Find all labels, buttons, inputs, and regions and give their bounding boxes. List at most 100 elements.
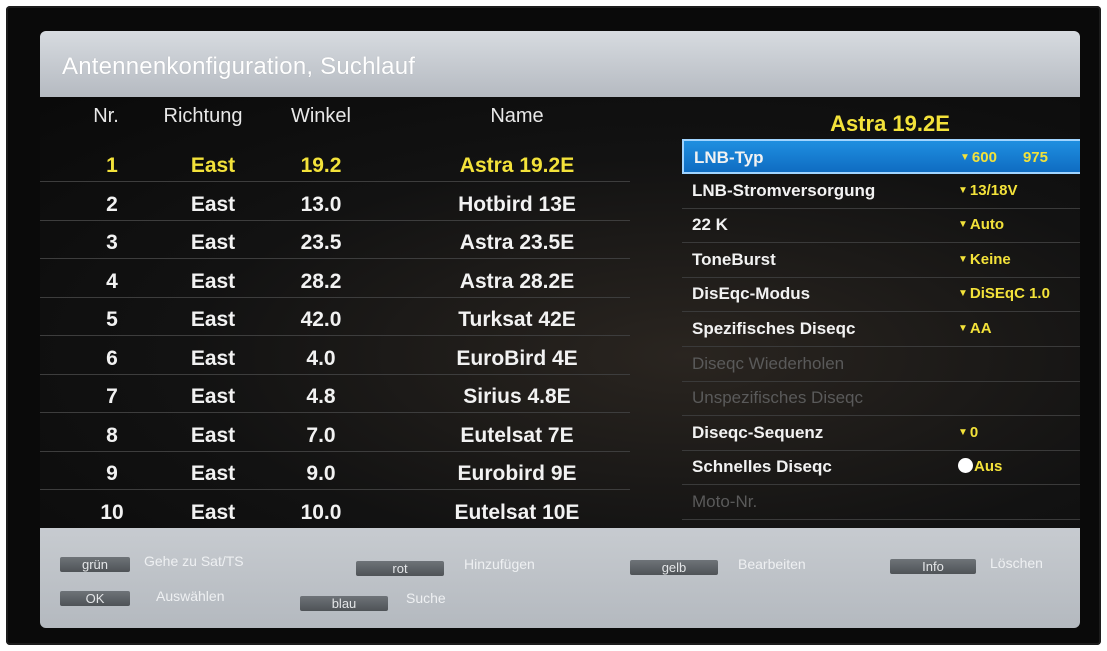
satellite-angle: 19.2 <box>300 154 342 177</box>
setting-value-text: AA <box>969 320 992 337</box>
satellite-row[interactable]: 5 East 42.0 Turksat 42E <box>40 299 630 336</box>
satellite-nr: 8 <box>106 423 118 447</box>
satellite-name: Astra 28.2E <box>459 269 575 293</box>
satellite-angle: 7.0 <box>306 423 336 447</box>
ok-hint: Auswählen <box>156 588 225 604</box>
satellite-name: Sirius 4.8E <box>463 385 571 408</box>
setting-label: LNB-Stromversorgung <box>692 180 876 200</box>
satellite-row[interactable]: 10 East 10.0 Eutelsat 10E <box>40 492 630 529</box>
setting-value-text: Auto <box>969 216 1005 234</box>
satellite-nr: 1 <box>106 154 118 177</box>
setting-moto-nr: Moto-Nr. <box>682 485 1080 520</box>
satellite-name: Eutelsat 10E <box>454 500 580 524</box>
yellow-button[interactable]: gelb <box>630 560 718 575</box>
satellite-angle: 4.0 <box>306 346 336 370</box>
satellite-row[interactable]: 9 East 9.0 Eurobird 9E <box>40 453 630 490</box>
setting-value-secondary: 975 <box>1022 149 1048 166</box>
setting-value[interactable]: ▼ Auto <box>958 216 1004 233</box>
setting-label: Unspezifisches Diseqc <box>692 388 864 408</box>
setting-value-text: 0 <box>969 423 979 441</box>
title-bar: Antennenkonfiguration, Suchlauf <box>40 31 1080 97</box>
dropdown-arrow-icon: ▼ <box>958 323 968 334</box>
blue-button[interactable]: blau <box>300 596 388 611</box>
satellite-row-selected[interactable]: 1 East 19.2 Astra 19.2E <box>40 145 630 182</box>
setting-label: Moto-Nr. <box>692 492 758 511</box>
blue-hint: Suche <box>406 590 446 606</box>
satellite-angle: 42.0 <box>300 308 342 331</box>
satellite-row[interactable]: 2 East 13.0 Hotbird 13E <box>40 184 630 221</box>
setting-diseqc-modus[interactable]: DisEqc-Modus ▼ DiSEqC 1.0 <box>682 277 1080 313</box>
info-hint: Löschen <box>990 555 1043 571</box>
satellite-direction: East <box>190 308 236 331</box>
dropdown-arrow-icon: ▼ <box>958 426 968 438</box>
green-hint: Gehe zu Sat/TS <box>144 553 244 569</box>
ok-button[interactable]: OK <box>60 591 130 606</box>
satellite-nr: 3 <box>106 231 118 254</box>
satellite-row[interactable]: 8 East 7.0 Eutelsat 7E <box>40 415 630 452</box>
dropdown-arrow-icon: ▼ <box>960 152 970 163</box>
setting-value[interactable]: Aus <box>958 458 1002 475</box>
dropdown-arrow-icon: ▼ <box>958 288 968 300</box>
satellite-direction: East <box>190 385 236 408</box>
satellite-direction: East <box>190 500 236 524</box>
setting-unspezifisches-diseqc: Unspezifisches Diseqc <box>682 381 1080 417</box>
satellite-direction: East <box>190 423 236 447</box>
toggle-knob-icon[interactable] <box>958 458 973 474</box>
setting-value-text: 600 <box>971 149 997 166</box>
tv-screen: Antennenkonfiguration, Suchlauf Nr. Rich… <box>6 6 1101 645</box>
red-button[interactable]: rot <box>356 561 444 576</box>
setting-value-text: Aus <box>974 458 1003 476</box>
info-button[interactable]: Info <box>890 559 976 574</box>
satellite-row[interactable]: 7 East 4.8 Sirius 4.8E <box>40 376 630 413</box>
footer-bar: grün Gehe zu Sat/TS rot Hinzufügen gelb … <box>40 528 1080 628</box>
satellite-nr: 10 <box>100 500 124 524</box>
satellite-direction: East <box>190 462 236 485</box>
column-header-nr: Nr. <box>93 105 119 127</box>
column-header-name: Name <box>490 105 544 127</box>
yellow-hint: Bearbeiten <box>738 556 806 572</box>
satellite-row[interactable]: 4 East 28.2 Astra 28.2E <box>40 261 630 298</box>
satellite-name: Turksat 42E <box>458 308 576 331</box>
setting-label: ToneBurst <box>692 249 776 269</box>
setting-lnb-typ[interactable]: LNB-Typ ▼ 600 975 <box>682 139 1080 174</box>
satellite-row[interactable]: 3 East 23.5 Astra 23.5E <box>40 222 630 259</box>
satellite-angle: 23.5 <box>300 231 342 254</box>
satellite-name: Astra 19.2E <box>459 154 575 177</box>
satellite-direction: East <box>190 192 236 216</box>
satellite-nr: 6 <box>106 346 118 370</box>
setting-schnelles-diseqc[interactable]: Schnelles Diseqc Aus <box>682 450 1080 486</box>
satellite-angle: 28.2 <box>300 269 342 293</box>
column-header-direction: Richtung <box>163 105 243 127</box>
satellite-nr: 2 <box>106 192 118 216</box>
setting-value[interactable]: ▼ DiSEqC 1.0 <box>958 285 1050 302</box>
setting-diseqc-sequenz[interactable]: Diseqc-Sequenz ▼ 0 <box>682 416 1080 451</box>
setting-value[interactable]: ▼ 13/18V <box>958 182 1017 199</box>
setting-label: Diseqc-Sequenz <box>692 422 824 442</box>
satellite-angle: 10.0 <box>300 500 342 524</box>
dropdown-arrow-icon: ▼ <box>958 219 968 231</box>
setting-toneburst[interactable]: ToneBurst ▼ Keine <box>682 243 1080 278</box>
setting-value[interactable]: ▼ 0 <box>958 424 978 441</box>
satellite-nr: 9 <box>106 462 118 485</box>
satellite-nr: 7 <box>106 385 118 408</box>
green-button[interactable]: grün <box>60 557 130 572</box>
satellite-name: Eutelsat 7E <box>460 423 574 447</box>
setting-spezifisches-diseqc[interactable]: Spezifisches Diseqc ▼ AA <box>682 312 1080 347</box>
setting-label: 22 K <box>692 215 728 235</box>
setting-value[interactable]: ▼ 600 975 <box>960 149 1048 166</box>
setting-value[interactable]: ▼ AA <box>958 320 992 337</box>
setting-lnb-stromversorgung[interactable]: LNB-Stromversorgung ▼ 13/18V <box>682 174 1080 209</box>
setting-value[interactable]: ▼ Keine <box>958 251 1011 268</box>
setting-label: Schnelles Diseqc <box>692 457 832 477</box>
satellite-name: Hotbird 13E <box>458 192 576 216</box>
satellite-direction: East <box>190 231 236 254</box>
content-area: Nr. Richtung Winkel Name 1 East 19.2 Astra … <box>40 97 1080 567</box>
antenna-config-window: Antennenkonfiguration, Suchlauf Nr. Rich… <box>40 31 1080 628</box>
setting-label: DisEqc-Modus <box>692 284 811 304</box>
dropdown-arrow-icon: ▼ <box>958 184 968 196</box>
satellite-name: Eurobird 9E <box>457 462 577 485</box>
setting-22-k[interactable]: 22 K ▼ Auto <box>682 208 1080 244</box>
satellite-row[interactable]: 6 East 4.0 EuroBird 4E <box>40 338 630 375</box>
window-title: Antennenkonfiguration, Suchlauf <box>62 53 416 80</box>
satellite-angle: 9.0 <box>306 462 336 485</box>
